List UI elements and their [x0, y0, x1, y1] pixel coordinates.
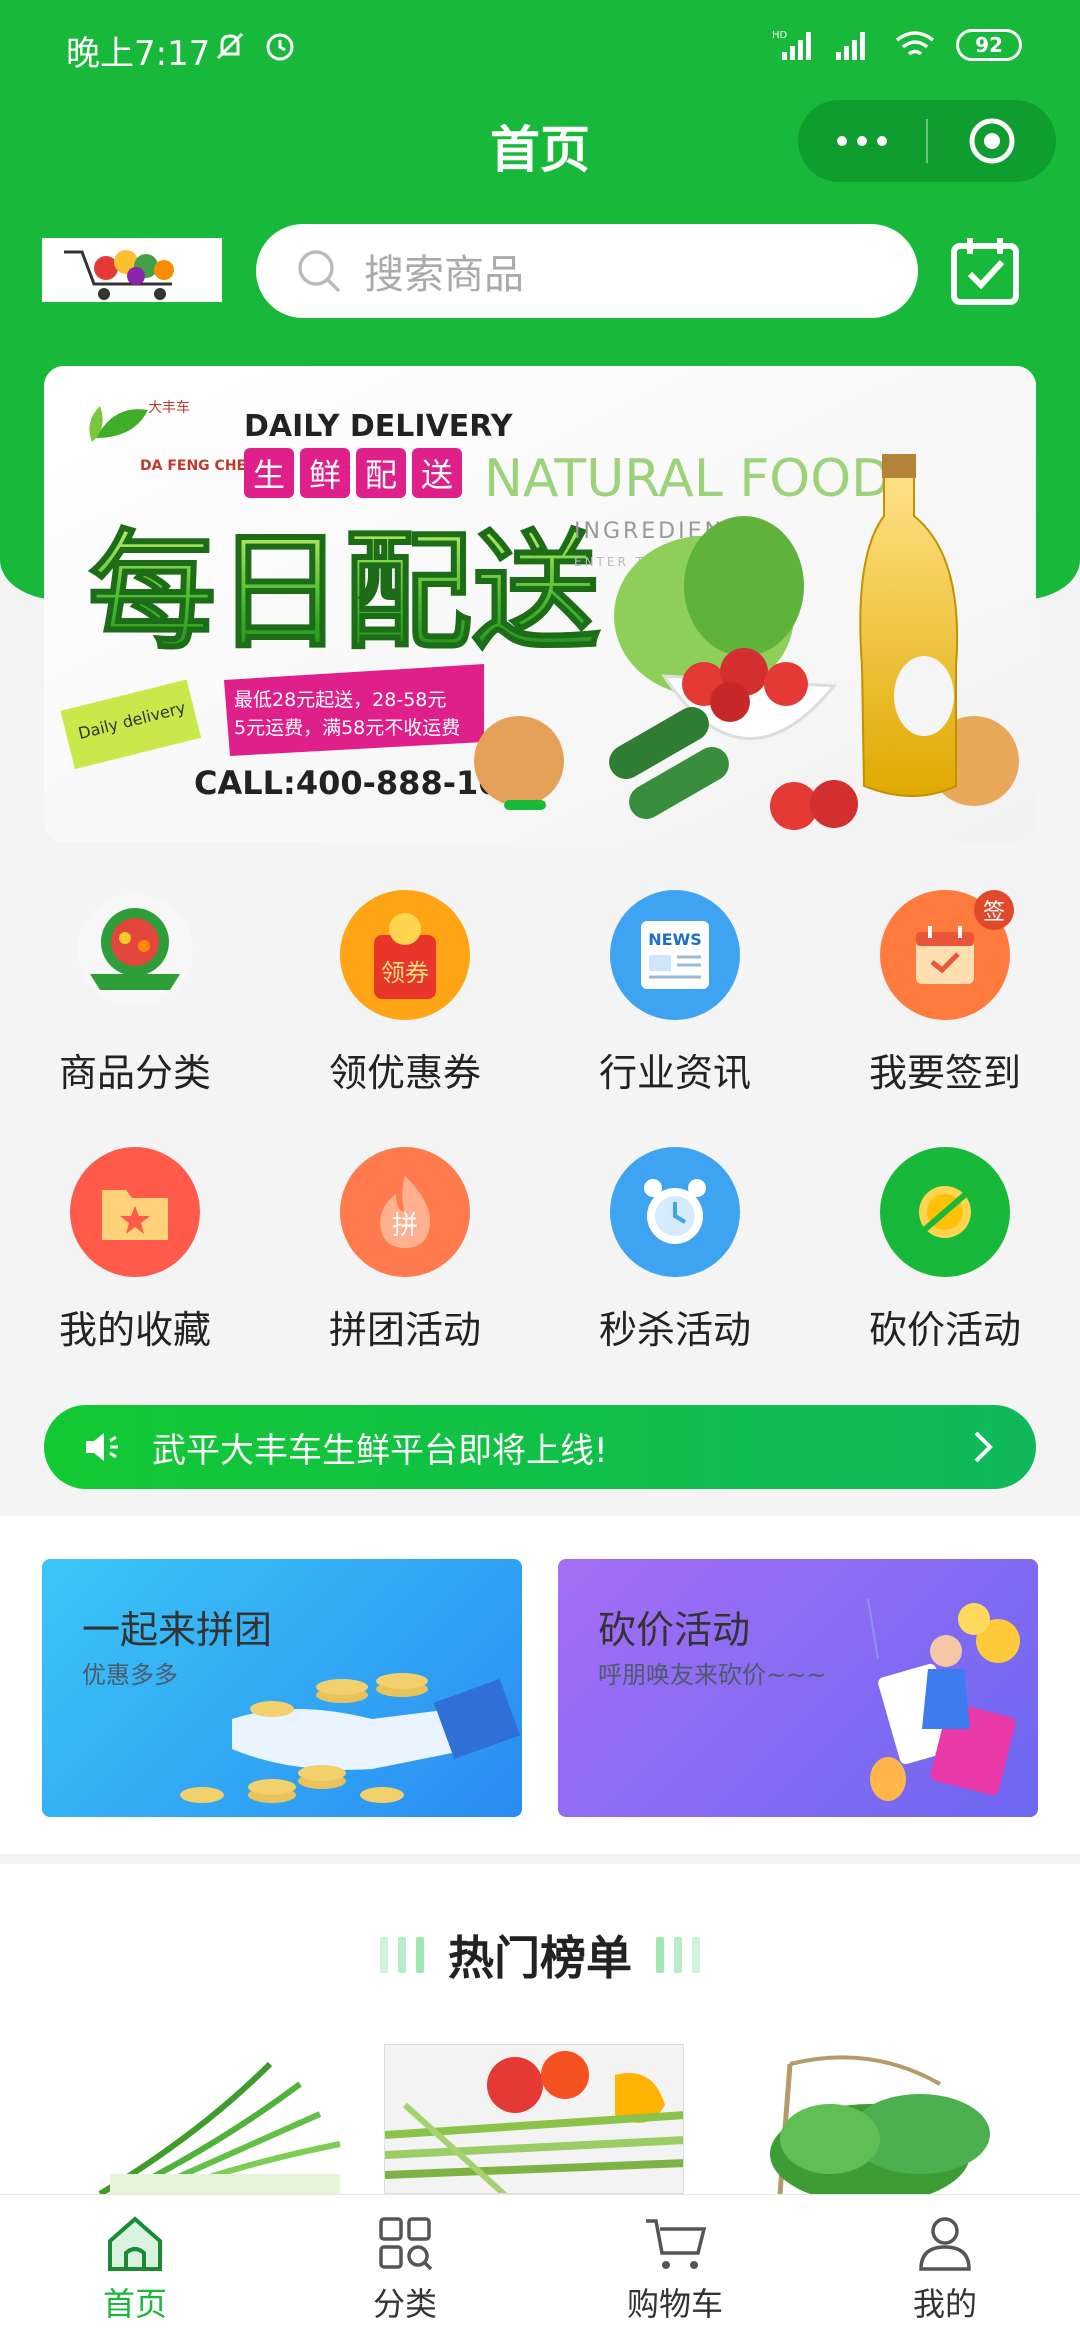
menu-label: 行业资讯 [598, 1051, 751, 1095]
tab-profile[interactable]: 我的 [810, 2195, 1080, 2340]
menu-label: 砍价活动 [868, 1308, 1021, 1352]
user-icon [919, 2217, 971, 2271]
status-time: 晚上7:17 [66, 34, 211, 74]
flame-group-icon: 拼 [340, 1147, 470, 1277]
banner-fee-line1: 最低28元起送，28-58元 [234, 689, 446, 711]
banner-fee-line2: 5元运费，满58元不收运费 [234, 717, 460, 739]
banner-brand-cn: 大丰车 [148, 399, 190, 416]
person-coins-icon [867, 1598, 1020, 1801]
menu-grid: 商品分类 领券 领优惠券 NEWS 行业资讯 签 我要签到 我的收藏 拼 拼团活… [0, 890, 1080, 1354]
banner-natural-food: NATURAL FOOD [484, 449, 891, 509]
search-placeholder: 搜索商品 [364, 252, 524, 298]
shop-logo[interactable] [42, 238, 222, 302]
cart-logo-icon [64, 250, 174, 300]
menu-item-flash-sale[interactable]: 秒杀活动 [540, 1147, 810, 1354]
menu-label: 拼团活动 [328, 1308, 481, 1352]
alarm-clock-icon [610, 1147, 740, 1277]
svg-text:送: 送 [421, 456, 453, 494]
close-miniprogram-button[interactable] [928, 100, 1056, 182]
signal-icon [836, 32, 865, 60]
news-badge-text: NEWS [648, 930, 702, 949]
menu-item-categories[interactable]: 商品分类 [0, 890, 270, 1097]
checkin-button[interactable] [948, 234, 1022, 308]
target-close-icon [969, 118, 1015, 164]
svg-text:生: 生 [253, 456, 285, 494]
group-badge-text: 拼 [392, 1211, 418, 1241]
menu-label: 商品分类 [58, 1051, 211, 1095]
tab-label: 分类 [372, 2285, 437, 2323]
menu-item-bargain[interactable]: 砍价活动 [810, 1147, 1080, 1354]
grocery-logo-icon [70, 890, 200, 1020]
menu-label: 秒杀活动 [598, 1308, 751, 1352]
title-decoration-right [656, 1937, 700, 1973]
banner-brand-en: DA FENG CHE [140, 458, 246, 474]
title-decoration-left [380, 1937, 424, 1973]
tab-category[interactable]: 分类 [270, 2195, 540, 2340]
more-dot-icon [857, 136, 867, 146]
category-grid-icon [379, 2217, 433, 2271]
menu-label: 我的收藏 [58, 1308, 211, 1352]
svg-text:配: 配 [365, 456, 397, 494]
menu-item-coupons[interactable]: 领券 领优惠券 [270, 890, 540, 1097]
coins-hand-icon [180, 1673, 521, 1803]
bottom-tab-bar: 首页 分类 购物车 我的 [0, 2194, 1080, 2340]
bargain-card[interactable]: 砍价活动 呼朋唤友来砍价~~~ [558, 1559, 1038, 1817]
menu-item-favorites[interactable]: 我的收藏 [0, 1147, 270, 1354]
battery-indicator: 92 [956, 29, 1022, 61]
banner-indicator [504, 800, 546, 810]
tab-label: 购物车 [626, 2285, 723, 2323]
wifi-icon [895, 31, 935, 56]
search-icon [298, 250, 341, 293]
signal-hd-icon: HD [772, 30, 811, 60]
more-dot-icon [877, 136, 887, 146]
product-thumb-scallion[interactable] [80, 2044, 380, 2194]
battery-level: 92 [975, 33, 1003, 57]
cart-icon [646, 2219, 707, 2269]
group-buy-card[interactable]: 一起来拼团 优惠多多 [42, 1559, 522, 1817]
promo-banner[interactable]: 大丰车 DA FENG CHE DAILY DELIVERY 生 鲜 配 送 每… [44, 366, 1036, 842]
tab-cart[interactable]: 购物车 [540, 2195, 810, 2340]
hot-ranking-section: 热门榜单 [0, 1864, 1080, 2194]
folder-star-icon [70, 1147, 200, 1277]
svg-text:HD: HD [772, 30, 788, 41]
home-icon [108, 2216, 162, 2271]
menu-label: 领优惠券 [328, 1051, 481, 1095]
menu-item-checkin[interactable]: 签 我要签到 [810, 890, 1080, 1097]
alarm-icon [266, 33, 294, 61]
miniprogram-capsule [798, 100, 1056, 182]
more-dot-icon [837, 136, 847, 146]
menu-label: 我要签到 [868, 1051, 1021, 1095]
hot-ranking-title: 热门榜单 [448, 1931, 632, 1985]
more-button[interactable] [798, 100, 926, 182]
announcement-text: 武平大丰车生鲜平台即将上线! [152, 1430, 608, 1471]
banner-artwork: 大丰车 DA FENG CHE DAILY DELIVERY 生 鲜 配 送 每… [44, 366, 1036, 842]
news-icon: NEWS [610, 890, 740, 1020]
speaker-icon [86, 1433, 118, 1461]
status-bar: 晚上7:17 HD 92 [0, 0, 1080, 95]
coupon-icon: 领券 [340, 890, 470, 1020]
announcement-bar[interactable]: 武平大丰车生鲜平台即将上线! [44, 1405, 1036, 1489]
svg-text:鲜: 鲜 [309, 456, 341, 494]
promo-section: 一起来拼团 优惠多多 砍价活动 呼朋唤友来砍价~~~ [0, 1516, 1080, 1854]
tab-home[interactable]: 首页 [0, 2195, 270, 2340]
product-thumb-greens[interactable] [720, 2044, 1020, 2194]
mute-bell-icon [216, 32, 244, 60]
banner-big-title: 每日配送 [88, 518, 600, 667]
calendar-check-icon [951, 238, 1019, 305]
menu-item-news[interactable]: NEWS 行业资讯 [540, 890, 810, 1097]
tab-label: 我的 [912, 2285, 977, 2323]
cut-coin-icon [880, 1147, 1010, 1277]
tab-label: 首页 [102, 2285, 167, 2323]
search-input[interactable]: 搜索商品 [256, 224, 918, 318]
banner-heading-en: DAILY DELIVERY [244, 409, 514, 444]
coupon-badge-text: 领券 [381, 959, 429, 987]
menu-item-group-buy[interactable]: 拼 拼团活动 [270, 1147, 540, 1354]
product-thumb-celery[interactable] [384, 2044, 684, 2194]
checkin-badge: 签 [974, 890, 1014, 930]
calendar-checkin-icon: 签 [880, 890, 1014, 1020]
chevron-right-icon [974, 1431, 993, 1463]
